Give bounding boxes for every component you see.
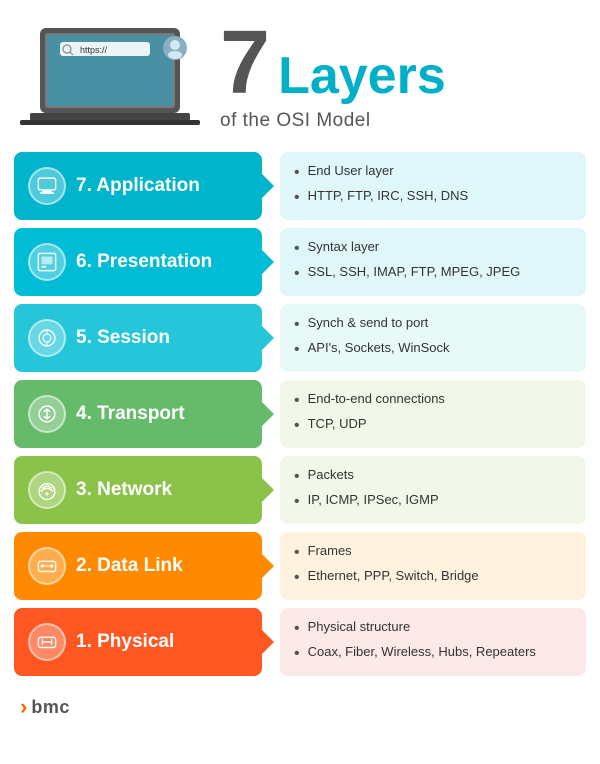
bullet-item: Coax, Fiber, Wireless, Hubs, Repeaters: [294, 642, 572, 667]
presentation-icon: [28, 243, 66, 281]
layer-bullets-layer-4: End-to-end connectionsTCP, UDP: [294, 389, 572, 439]
layer-info-layer-7: End User layerHTTP, FTP, IRC, SSH, DNS: [280, 152, 586, 220]
layer-row-layer-2: 2. Data Link FramesEthernet, PPP, Switch…: [14, 532, 586, 600]
bullet-item: End User layer: [294, 161, 572, 186]
layer-row-layer-7: 7. Application End User layerHTTP, FTP, …: [14, 152, 586, 220]
layer-info-layer-3: PacketsIP, ICMP, IPSec, IGMP: [280, 456, 586, 524]
layer-bullets-layer-2: FramesEthernet, PPP, Switch, Bridge: [294, 541, 572, 591]
layer-name-layer-4: 4. Transport: [76, 403, 185, 425]
bullet-item: Packets: [294, 465, 572, 490]
layer-row-layer-3: 3. Network PacketsIP, ICMP, IPSec, IGMP: [14, 456, 586, 524]
layer-label-layer-3: 3. Network: [14, 456, 262, 524]
layer-name-layer-6: 6. Presentation: [76, 251, 212, 273]
layer-label-layer-6: 6. Presentation: [14, 228, 262, 296]
layer-info-layer-2: FramesEthernet, PPP, Switch, Bridge: [280, 532, 586, 600]
layer-name-layer-7: 7. Application: [76, 175, 200, 197]
layer-label-layer-4: 4. Transport: [14, 380, 262, 448]
bullet-item: Syntax layer: [294, 237, 572, 262]
svg-text:https://: https://: [80, 45, 108, 55]
layer-bullets-layer-6: Syntax layerSSL, SSH, IMAP, FTP, MPEG, J…: [294, 237, 572, 287]
layer-name-layer-3: 3. Network: [76, 479, 172, 501]
layer-name-layer-5: 5. Session: [76, 327, 170, 349]
layer-row-layer-1: 1. Physical Physical structureCoax, Fibe…: [14, 608, 586, 676]
layer-bullets-layer-7: End User layerHTTP, FTP, IRC, SSH, DNS: [294, 161, 572, 211]
layers-container: 7. Application End User layerHTTP, FTP, …: [0, 142, 600, 684]
bullet-item: IP, ICMP, IPSec, IGMP: [294, 490, 572, 515]
big-seven: 7: [220, 18, 270, 108]
bmc-logo: › bmc: [20, 696, 70, 718]
layer-row-layer-6: 6. Presentation Syntax layerSSL, SSH, IM…: [14, 228, 586, 296]
layer-label-layer-2: 2. Data Link: [14, 532, 262, 600]
application-icon: [28, 167, 66, 205]
layer-name-layer-2: 2. Data Link: [76, 555, 183, 577]
layer-name-layer-1: 1. Physical: [76, 631, 174, 653]
layer-info-layer-5: Synch & send to portAPI's, Sockets, WinS…: [280, 304, 586, 372]
layer-info-layer-4: End-to-end connectionsTCP, UDP: [280, 380, 586, 448]
layer-bullets-layer-5: Synch & send to portAPI's, Sockets, WinS…: [294, 313, 572, 363]
footer: › bmc: [0, 684, 600, 730]
laptop-illustration: https://: [20, 20, 200, 130]
bullet-item: Ethernet, PPP, Switch, Bridge: [294, 566, 572, 591]
layers-text: Layers: [278, 50, 446, 102]
bullet-item: SSL, SSH, IMAP, FTP, MPEG, JPEG: [294, 262, 572, 287]
bmc-brand-text: bmc: [31, 697, 70, 718]
bmc-chevron-icon: ›: [20, 696, 27, 718]
layer-row-layer-5: 5. Session Synch & send to portAPI's, So…: [14, 304, 586, 372]
layer-label-layer-7: 7. Application: [14, 152, 262, 220]
layer-label-layer-1: 1. Physical: [14, 608, 262, 676]
network-icon: [28, 471, 66, 509]
header: https:// 7 Layers of the OSI Model: [0, 0, 600, 142]
transport-icon: [28, 395, 66, 433]
title-block: 7 Layers of the OSI Model: [220, 18, 446, 132]
bullet-item: API's, Sockets, WinSock: [294, 338, 572, 363]
layer-row-layer-4: 4. Transport End-to-end connectionsTCP, …: [14, 380, 586, 448]
layer-bullets-layer-1: Physical structureCoax, Fiber, Wireless,…: [294, 617, 572, 667]
bullet-item: HTTP, FTP, IRC, SSH, DNS: [294, 186, 572, 211]
bullet-item: Synch & send to port: [294, 313, 572, 338]
bullet-item: Physical structure: [294, 617, 572, 642]
osi-subtitle: of the OSI Model: [220, 110, 446, 132]
layer-info-layer-1: Physical structureCoax, Fiber, Wireless,…: [280, 608, 586, 676]
physical-icon: [28, 623, 66, 661]
session-icon: [28, 319, 66, 357]
bullet-item: End-to-end connections: [294, 389, 572, 414]
layer-label-layer-5: 5. Session: [14, 304, 262, 372]
datalink-icon: [28, 547, 66, 585]
layer-info-layer-6: Syntax layerSSL, SSH, IMAP, FTP, MPEG, J…: [280, 228, 586, 296]
bullet-item: TCP, UDP: [294, 414, 572, 439]
bullet-item: Frames: [294, 541, 572, 566]
layer-bullets-layer-3: PacketsIP, ICMP, IPSec, IGMP: [294, 465, 572, 515]
